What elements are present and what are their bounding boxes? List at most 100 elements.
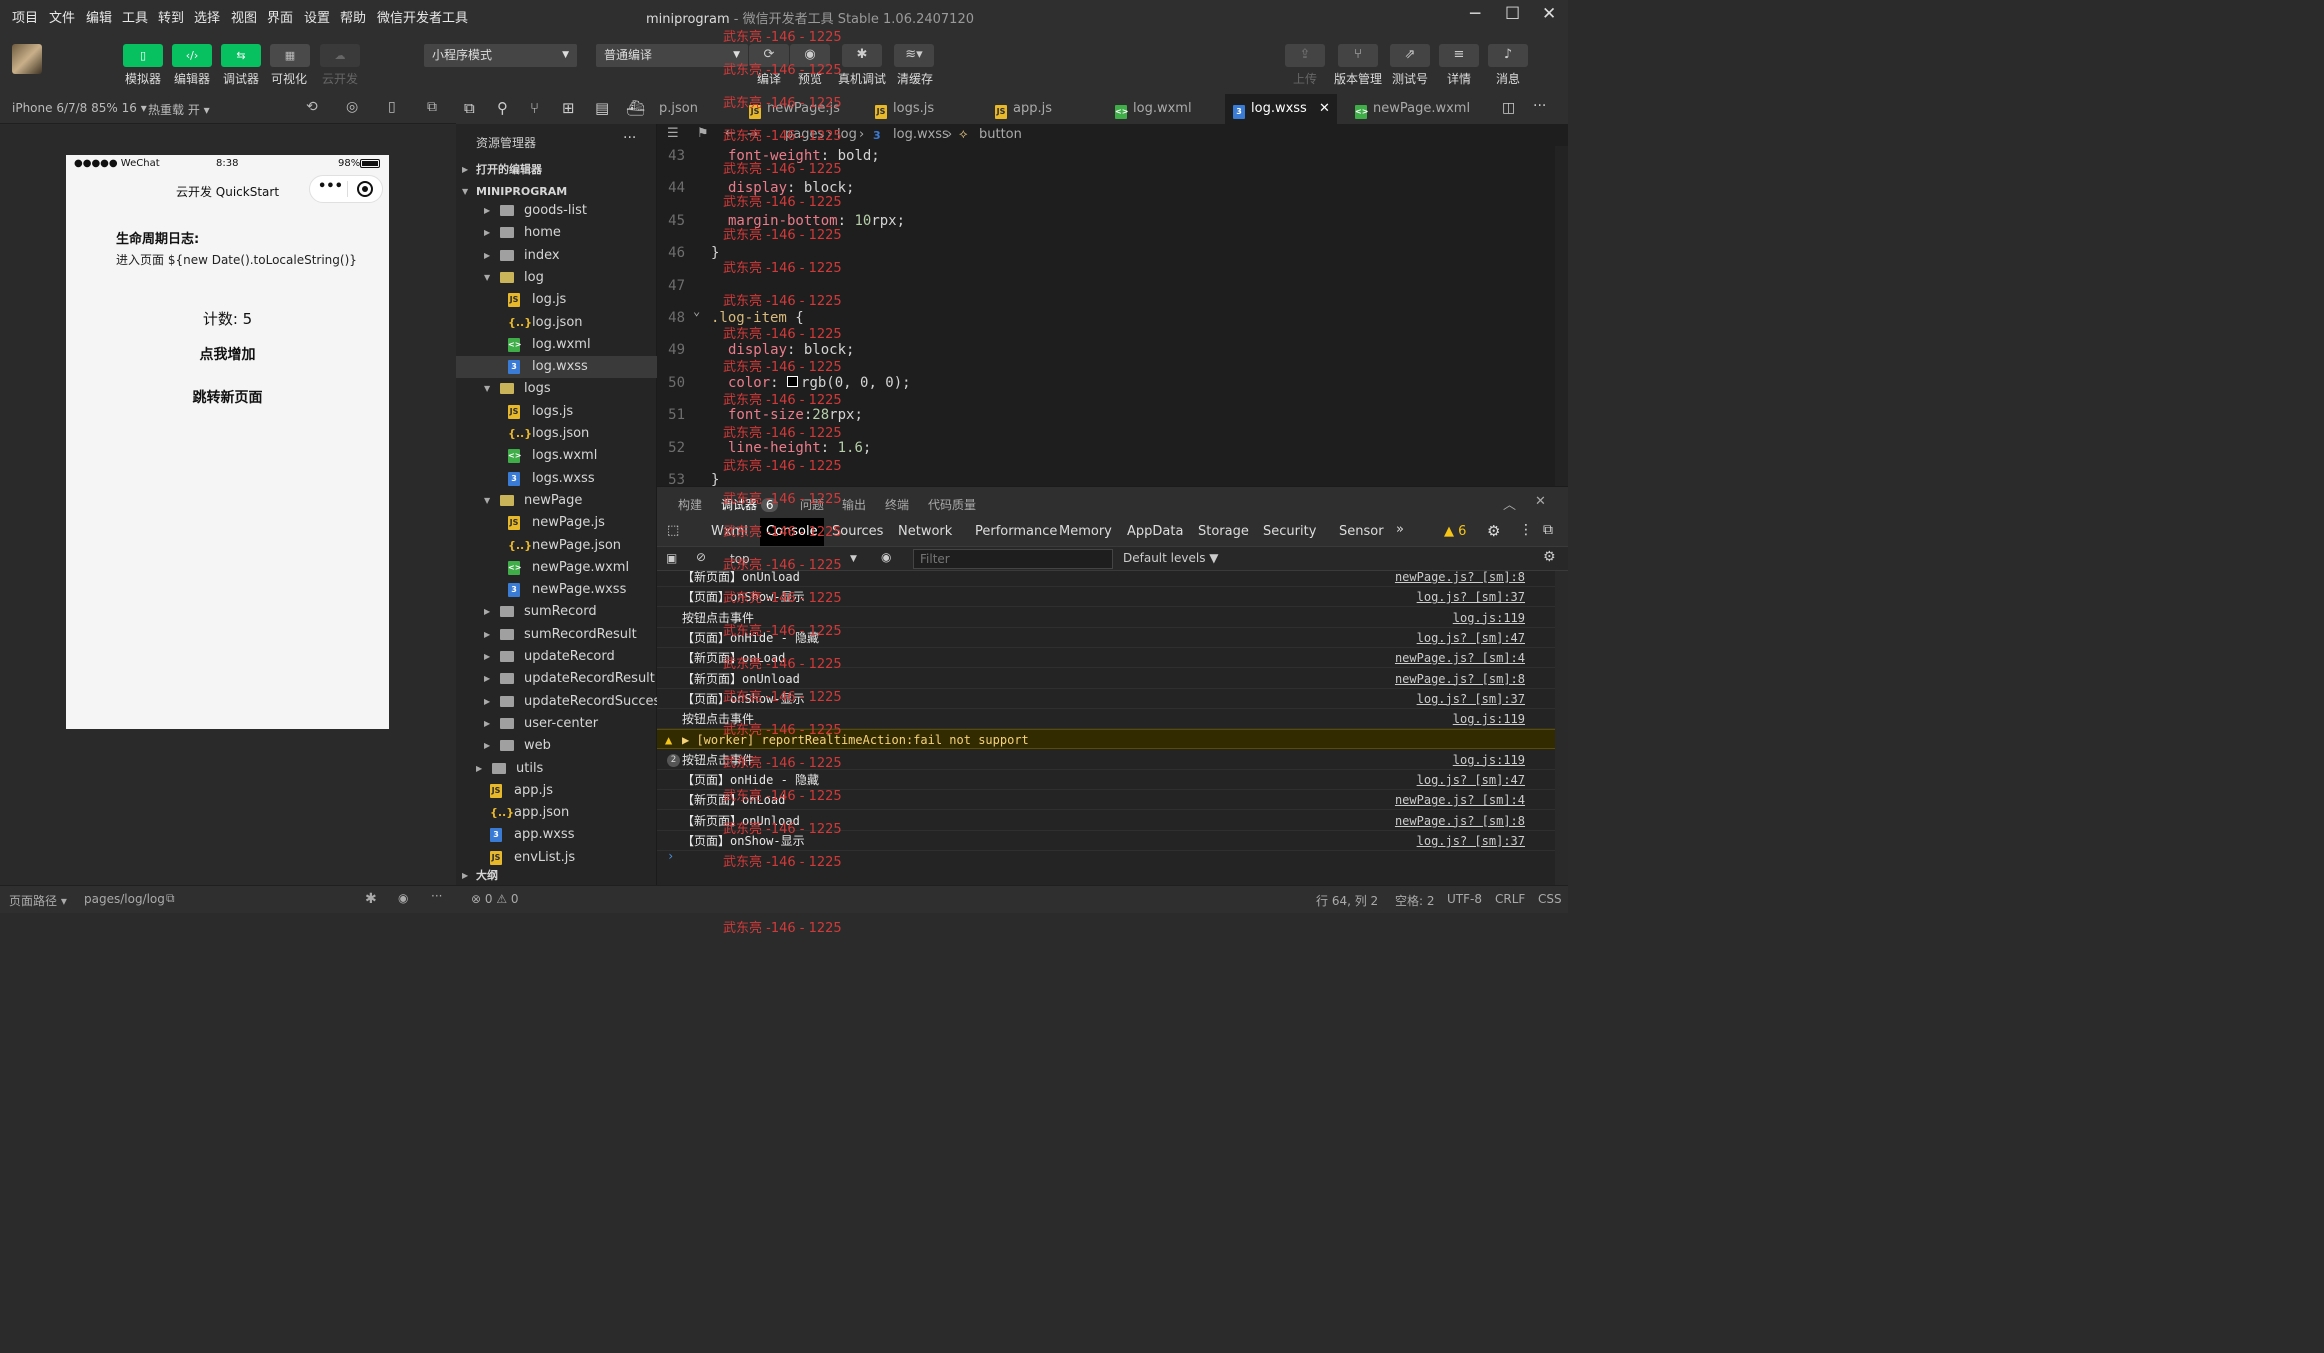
file-item-newpage-wxml[interactable]: <> newPage.wxml	[456, 557, 657, 579]
minimize-icon[interactable]: ─	[1470, 4, 1480, 24]
close-panel-icon[interactable]: ✕	[1535, 494, 1546, 509]
color-swatch[interactable]	[787, 376, 799, 387]
simulator-button[interactable]: ▯	[123, 44, 163, 67]
outline-section[interactable]: ▶ 大纲	[456, 867, 657, 885]
console-source-link[interactable]: log.js? [sm]:47	[1417, 628, 1525, 648]
menu-item-file[interactable]: 文件	[49, 7, 75, 26]
console-source-link[interactable]: log.js:119	[1453, 709, 1525, 729]
menu-item-select[interactable]: 选择	[194, 7, 220, 26]
storage-icon[interactable]: ▤	[595, 99, 609, 117]
console-source-link[interactable]: log.js? [sm]:37	[1417, 831, 1525, 851]
tab-output[interactable]: 输出	[842, 496, 866, 513]
sidebar-toggle-icon[interactable]: ▣	[666, 551, 677, 565]
tab-logs-js[interactable]: JS logs.js	[867, 94, 977, 124]
more-tabs-icon[interactable]: »	[1396, 522, 1404, 537]
debugger-button[interactable]: ⇆	[221, 44, 261, 67]
message-button[interactable]: ♪	[1488, 44, 1528, 67]
mode-select[interactable]: 小程序模式 ▼	[424, 44, 577, 67]
indent-setting[interactable]: 空格: 2	[1395, 892, 1435, 909]
inspect-icon[interactable]: ⬚	[667, 523, 679, 538]
close-mini-icon[interactable]	[357, 181, 373, 197]
console-source-link[interactable]: newPage.js? [sm]:8	[1395, 669, 1525, 689]
fold-chevron-icon[interactable]: ⌄	[693, 304, 700, 318]
devtab-security[interactable]: Security	[1263, 524, 1316, 539]
file-item-logs-wxss[interactable]: 3 logs.wxss	[456, 468, 657, 490]
tab-terminal[interactable]: 终端	[885, 496, 909, 513]
console-source-link[interactable]: log.js? [sm]:37	[1417, 587, 1525, 607]
tab-log-wxss[interactable]: 3 log.wxss ✕	[1225, 94, 1337, 124]
console-filter-input[interactable]	[913, 549, 1113, 569]
folder-item-newpage[interactable]: ▼ newPage	[456, 490, 657, 512]
git-icon[interactable]: ⑂	[530, 99, 539, 117]
file-item-app-wxss[interactable]: 3 app.wxss	[456, 824, 657, 846]
log-levels-select[interactable]: Default levels ▼	[1123, 551, 1219, 565]
file-item-log-wxss[interactable]: 3 log.wxss	[456, 356, 657, 379]
tab-newpage-wxml[interactable]: <> newPage.wxml	[1347, 94, 1477, 124]
file-item-app-json[interactable]: {..} app.json	[456, 802, 657, 824]
gear-icon[interactable]: ⚙	[1487, 522, 1500, 540]
file-item-logs-js[interactable]: JS logs.js	[456, 401, 657, 423]
folder-item-home[interactable]: ▶ home	[456, 222, 657, 244]
folder-item-index[interactable]: ▶ index	[456, 245, 657, 267]
docker-icon[interactable]: ⛴	[626, 99, 645, 117]
list-icon[interactable]: ☰	[667, 126, 679, 141]
bookmark-icon[interactable]: ⚑	[697, 126, 709, 141]
file-item-log-json[interactable]: {..} log.json	[456, 312, 657, 334]
eye-icon[interactable]: ◉	[398, 891, 408, 905]
file-item-newpage-json[interactable]: {..} newPage.json	[456, 535, 657, 557]
folder-item-utils[interactable]: ▶ utils	[456, 758, 657, 780]
folder-item-log[interactable]: ▼ log	[456, 267, 657, 289]
extensions-icon[interactable]: ⊞	[562, 99, 575, 117]
visual-button[interactable]: ▦	[270, 44, 310, 67]
increase-button[interactable]: 点我增加	[66, 344, 389, 364]
cursor-position[interactable]: 行 64, 列 2	[1316, 892, 1378, 909]
device-select[interactable]: iPhone 6/7/8 85% 16 ▾	[12, 101, 147, 115]
menu-item-view[interactable]: 视图	[231, 7, 257, 26]
clear-console-icon[interactable]: ⊘	[696, 550, 706, 564]
console-source-link[interactable]: log.js? [sm]:37	[1417, 689, 1525, 709]
line-ending[interactable]: CRLF	[1495, 892, 1525, 906]
rotate-icon[interactable]: ⟲	[306, 99, 318, 115]
more-icon[interactable]: ···	[623, 130, 636, 146]
navigate-button[interactable]: 跳转新页面	[66, 387, 389, 407]
editor-button[interactable]: ‹/›	[172, 44, 212, 67]
menu-item-help[interactable]: 帮助	[340, 7, 366, 26]
menu-item-edit[interactable]: 编辑	[86, 7, 112, 26]
test-account-button[interactable]: ⇗	[1390, 44, 1430, 67]
console-source-link[interactable]: newPage.js? [sm]:8	[1395, 811, 1525, 831]
breadcrumb-file[interactable]: log.wxss	[893, 127, 949, 142]
stop-icon[interactable]: ◎	[346, 99, 358, 115]
file-item-log-js[interactable]: JS log.js	[456, 289, 657, 311]
tab-build[interactable]: 构建	[678, 496, 702, 513]
file-item-envlist-js[interactable]: JS envList.js	[456, 847, 657, 869]
file-item-log-wxml[interactable]: <> log.wxml	[456, 334, 657, 356]
folder-item-web[interactable]: ▶ web	[456, 735, 657, 757]
version-button[interactable]: ⑂	[1338, 44, 1378, 67]
cloud-button[interactable]: ☁	[320, 44, 360, 67]
copy-icon[interactable]: ⧉	[166, 891, 175, 906]
page-path-label[interactable]: 页面路径 ▾	[9, 892, 67, 909]
folder-item-logs[interactable]: ▼ logs	[456, 378, 657, 400]
menu-item-project[interactable]: 项目	[12, 7, 38, 26]
file-item-app-js[interactable]: JS app.js	[456, 780, 657, 802]
upload-button[interactable]: ⇪	[1285, 44, 1325, 67]
folder-item-updaterecordsuccess[interactable]: ▶ updateRecordSuccess	[456, 691, 667, 713]
more-icon[interactable]: •••	[318, 179, 343, 194]
real-device-debug-button[interactable]: ✱	[842, 44, 882, 67]
devtab-performance[interactable]: Performance	[975, 524, 1057, 539]
console-source-link[interactable]: log.js? [sm]:47	[1417, 770, 1525, 790]
kebab-icon[interactable]: ⋮	[1519, 522, 1533, 538]
eye-icon[interactable]: ◉	[881, 550, 891, 564]
file-item-newpage-wxss[interactable]: 3 newPage.wxss	[456, 579, 657, 601]
popout-icon[interactable]: ⧉	[427, 99, 437, 115]
tab-code-quality[interactable]: 代码质量	[928, 496, 976, 513]
devtab-appdata[interactable]: AppData	[1127, 524, 1183, 539]
hot-reload-toggle[interactable]: 热重载 开 ▾	[148, 101, 210, 118]
folder-item-sumrecord[interactable]: ▶ sumRecord	[456, 601, 657, 623]
file-item-logs-json[interactable]: {..} logs.json	[456, 423, 657, 445]
menu-item-interface[interactable]: 界面	[267, 7, 293, 26]
detail-button[interactable]: ≡	[1439, 44, 1479, 67]
console-scrollbar[interactable]	[1555, 571, 1568, 885]
console-prompt-icon[interactable]: ›	[667, 849, 674, 863]
maximize-icon[interactable]: ☐	[1505, 4, 1520, 24]
